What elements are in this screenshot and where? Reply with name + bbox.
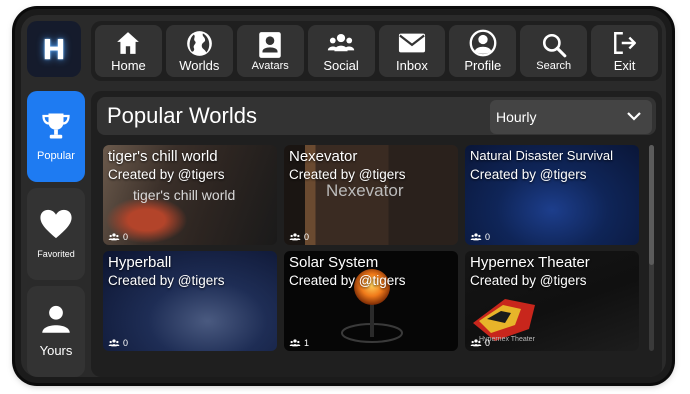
player-count: 0 bbox=[108, 232, 128, 242]
player-count-value: 0 bbox=[485, 232, 491, 242]
home-icon bbox=[114, 29, 142, 57]
world-creator: Created by @tigers bbox=[108, 273, 225, 288]
nav-home-button[interactable]: Home bbox=[95, 25, 162, 77]
world-card[interactable]: Hyperball Created by @tigers 0 bbox=[103, 251, 277, 351]
logo-button[interactable]: H bbox=[27, 21, 81, 77]
globe-icon bbox=[185, 29, 213, 57]
nav-exit-label: Exit bbox=[613, 58, 636, 73]
sort-dropdown-value: Hourly bbox=[496, 109, 537, 125]
sidebar-item-label: Popular bbox=[37, 150, 75, 163]
players-icon bbox=[470, 339, 482, 347]
thumbnail-caption: tiger's chill world bbox=[133, 187, 236, 203]
app-screen: H Home Worlds Avatars Social Inbox Profi… bbox=[21, 15, 666, 377]
scrollbar[interactable] bbox=[649, 145, 654, 351]
players-icon bbox=[108, 233, 120, 241]
mail-icon bbox=[398, 29, 426, 57]
sidebar-item-yours[interactable]: Yours bbox=[27, 285, 85, 377]
person-icon bbox=[41, 304, 71, 339]
player-count-value: 0 bbox=[304, 232, 310, 242]
world-creator: Created by @tigers bbox=[289, 167, 406, 182]
world-card[interactable]: Hypernex Theater Hypernex Theater Create… bbox=[465, 251, 639, 351]
player-count-value: 0 bbox=[123, 232, 129, 242]
sidebar-item-label: Favorited bbox=[37, 249, 75, 260]
player-count: 0 bbox=[470, 232, 490, 242]
nav-home-label: Home bbox=[111, 58, 146, 73]
players-icon bbox=[108, 339, 120, 347]
nav-social-button[interactable]: Social bbox=[307, 25, 375, 77]
player-count: 1 bbox=[289, 338, 309, 348]
world-title: Solar System bbox=[289, 254, 379, 271]
world-title: tiger's chill world bbox=[108, 148, 218, 165]
world-creator: Created by @tigers bbox=[108, 167, 225, 182]
nav-inbox-label: Inbox bbox=[396, 58, 428, 73]
world-creator: Created by @tigers bbox=[289, 273, 406, 288]
nav-avatars-button[interactable]: Avatars bbox=[236, 25, 304, 77]
player-count: 0 bbox=[289, 232, 309, 242]
chevron-down-icon bbox=[626, 109, 642, 128]
nav-inbox-button[interactable]: Inbox bbox=[378, 25, 446, 77]
player-count: 0 bbox=[470, 338, 490, 348]
nav-exit-button[interactable]: Exit bbox=[591, 25, 658, 77]
nav-search-label: Search bbox=[536, 59, 572, 72]
nav-search-button[interactable]: Search bbox=[520, 25, 588, 77]
world-creator: Created by @tigers bbox=[470, 167, 587, 182]
scrollbar-thumb[interactable] bbox=[649, 145, 654, 265]
world-card[interactable]: Solar System Created by @tigers 1 bbox=[284, 251, 458, 351]
search-icon bbox=[540, 31, 568, 59]
main-panel: Popular Worlds Hourly tiger's chill worl… bbox=[91, 91, 662, 377]
nav-avatars-label: Avatars bbox=[251, 59, 289, 72]
main-header: Popular Worlds Hourly bbox=[97, 97, 656, 135]
player-count: 0 bbox=[108, 338, 128, 348]
world-creator: Created by @tigers bbox=[470, 273, 587, 288]
nav-profile-button[interactable]: Profile bbox=[449, 25, 517, 77]
worlds-grid: tiger's chill world tiger's chill world … bbox=[103, 145, 643, 351]
world-card[interactable]: Natural Disaster Survival Created by @ti… bbox=[465, 145, 639, 245]
heart-icon bbox=[39, 208, 73, 245]
people-icon bbox=[327, 29, 355, 57]
sidebar-item-favorited[interactable]: Favorited bbox=[27, 188, 85, 280]
user-circle-icon bbox=[469, 29, 497, 57]
top-navigation: Home Worlds Avatars Social Inbox Profile… bbox=[91, 21, 662, 81]
players-icon bbox=[289, 233, 301, 241]
player-count-value: 0 bbox=[485, 338, 491, 348]
players-icon bbox=[289, 339, 301, 347]
world-title: Nexevator bbox=[289, 148, 358, 165]
id-card-icon bbox=[256, 31, 284, 59]
nav-worlds-button[interactable]: Worlds bbox=[165, 25, 233, 77]
world-title: Natural Disaster Survival bbox=[470, 148, 614, 163]
trophy-icon bbox=[41, 111, 71, 146]
device-frame: H Home Worlds Avatars Social Inbox Profi… bbox=[15, 9, 672, 383]
nav-profile-label: Profile bbox=[464, 58, 502, 73]
sort-dropdown[interactable]: Hourly bbox=[490, 100, 652, 134]
sidebar-item-label: Yours bbox=[39, 343, 73, 359]
player-count-value: 1 bbox=[304, 338, 310, 348]
player-count-value: 0 bbox=[123, 338, 129, 348]
nav-worlds-label: Worlds bbox=[179, 58, 220, 73]
thumbnail-caption: Nexevator bbox=[326, 181, 404, 200]
sidebar-item-popular[interactable]: Popular bbox=[27, 91, 85, 183]
world-card[interactable]: tiger's chill world tiger's chill world … bbox=[103, 145, 277, 245]
exit-icon bbox=[611, 29, 639, 57]
sidebar: Popular Favorited Yours bbox=[27, 91, 85, 377]
page-title: Popular Worlds bbox=[107, 103, 257, 128]
nav-social-label: Social bbox=[323, 58, 359, 73]
world-title: Hypernex Theater bbox=[470, 254, 590, 271]
logo-letter: H bbox=[42, 32, 66, 66]
world-title: Hyperball bbox=[108, 254, 172, 271]
players-icon bbox=[470, 233, 482, 241]
world-card[interactable]: Nexevator Nexevator Created by @tigers 0 bbox=[284, 145, 458, 245]
